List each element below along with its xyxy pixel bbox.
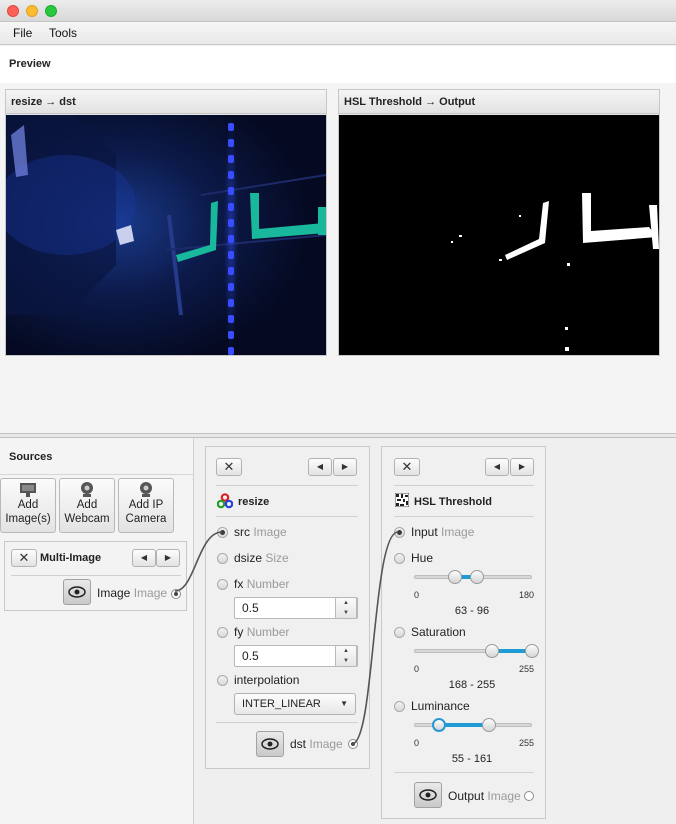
menu-bar: File Tools xyxy=(0,22,676,45)
minimize-window-button[interactable] xyxy=(26,5,38,17)
connection-wire[interactable] xyxy=(174,531,223,592)
window-titlebar xyxy=(0,0,676,22)
menu-tools[interactable]: Tools xyxy=(49,26,77,40)
zoom-window-button[interactable] xyxy=(45,5,57,17)
preview-panel-hsl: HSL Threshold → Output xyxy=(338,89,660,356)
preview-panel-title: resize → dst xyxy=(6,90,326,114)
connection-wire[interactable] xyxy=(351,531,399,745)
preview-panel-resize: resize → dst xyxy=(5,89,327,356)
preview-area: Preview resize → dst HSL Threshold → Out… xyxy=(0,46,676,434)
preview-image-hsl xyxy=(339,115,659,355)
threshold-mask-image xyxy=(339,115,659,355)
pipeline-area: Sources Add Image(s) Add Webcam Add IP C… xyxy=(0,438,676,824)
camera-frame-image xyxy=(6,115,326,355)
preview-header: Preview xyxy=(0,46,676,83)
preview-image-resize xyxy=(6,115,326,355)
menu-file[interactable]: File xyxy=(13,26,32,40)
close-window-button[interactable] xyxy=(7,5,19,17)
preview-panel-title: HSL Threshold → Output xyxy=(339,90,659,114)
preview-title: Preview xyxy=(9,58,51,70)
pipeline-connections xyxy=(174,531,399,745)
